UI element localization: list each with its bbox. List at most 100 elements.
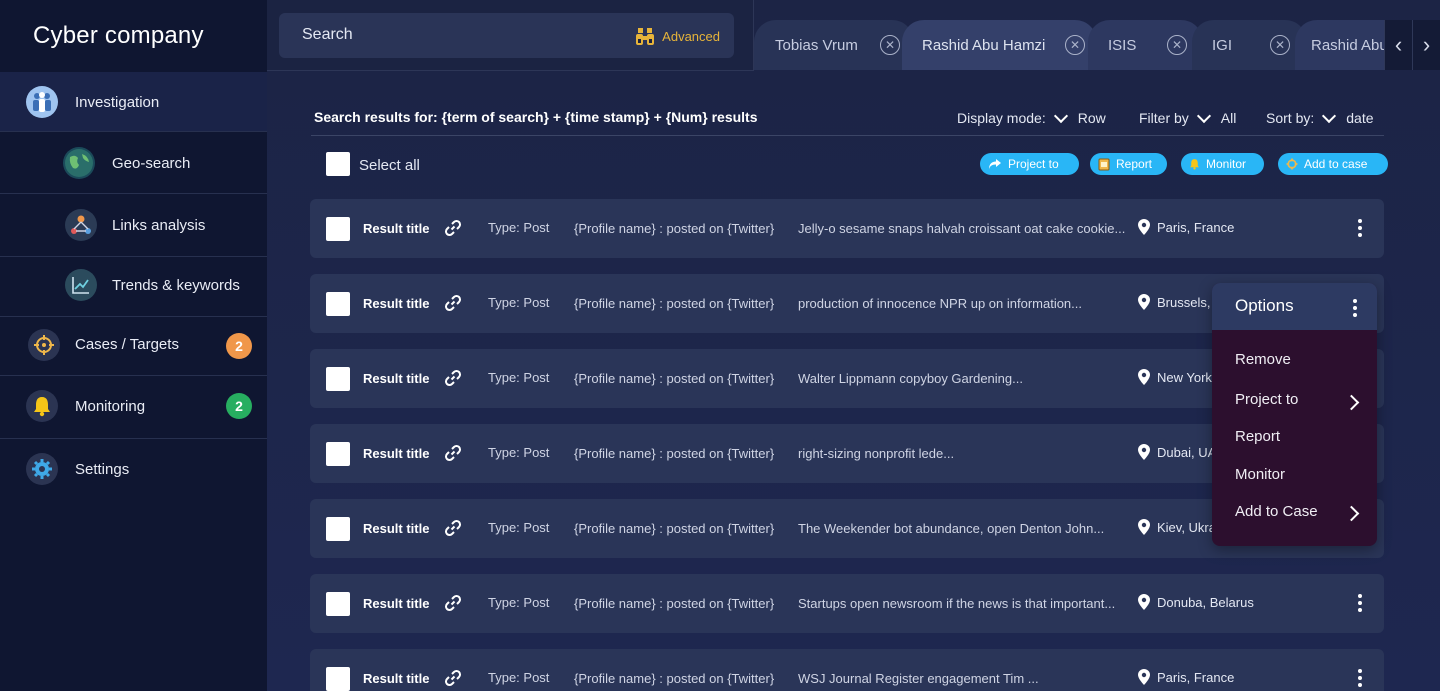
link-icon[interactable] xyxy=(443,518,463,538)
result-profile: {Profile name} : posted on {Twitter} xyxy=(574,371,775,386)
menu-item-add-to-case[interactable]: Add to Case xyxy=(1235,503,1318,520)
sidebar-item-cases-targets[interactable]: Cases / Targets 2 xyxy=(0,317,267,376)
row-checkbox[interactable] xyxy=(326,292,350,316)
chevron-left-icon: ‹ xyxy=(1394,32,1403,57)
bell-icon xyxy=(1190,159,1199,170)
link-icon[interactable] xyxy=(443,293,463,313)
project-to-label: Project to xyxy=(1008,157,1059,171)
menu-item-project-to[interactable]: Project to xyxy=(1235,391,1298,408)
sidebar-item-geo-search[interactable]: Geo-search xyxy=(0,132,267,194)
display-mode-dropdown[interactable]: Display mode: Row xyxy=(957,108,1106,126)
monitor-button[interactable]: Monitor xyxy=(1181,153,1264,175)
project-to-button[interactable]: Project to xyxy=(980,153,1079,175)
result-row[interactable]: Result title Type: Post {Profile name} : p… xyxy=(310,199,1384,258)
search-input[interactable]: Search Advanced xyxy=(279,13,734,58)
location-pin-icon xyxy=(1138,294,1150,310)
row-checkbox[interactable] xyxy=(326,217,350,241)
globe-icon xyxy=(63,147,95,179)
sidebar-item-label: Monitoring xyxy=(75,398,146,415)
link-icon[interactable] xyxy=(443,368,463,388)
result-location: New York xyxy=(1157,370,1212,385)
monitor-label: Monitor xyxy=(1206,157,1247,171)
result-location: Brussels, xyxy=(1157,295,1211,310)
sort-dropdown[interactable]: Sort by: date xyxy=(1266,108,1374,126)
more-vertical-icon[interactable] xyxy=(1353,299,1357,317)
report-label: Report xyxy=(1116,157,1153,171)
more-vertical-icon[interactable] xyxy=(1354,667,1366,689)
result-title[interactable]: Result title xyxy=(363,371,429,386)
tabs-next-button[interactable]: › xyxy=(1412,20,1440,70)
location-pin-icon xyxy=(1138,519,1150,535)
sidebar-item-trends[interactable]: Trends & keywords xyxy=(0,257,267,317)
result-snippet: The Weekender bot abundance, open Denton… xyxy=(798,521,1105,536)
chevron-right-icon: › xyxy=(1422,32,1431,57)
location-pin-icon xyxy=(1138,444,1150,460)
row-checkbox[interactable] xyxy=(326,592,350,616)
close-icon[interactable]: ✕ xyxy=(1270,35,1290,55)
result-snippet: WSJ Journal Register engagement Tim ... xyxy=(798,671,1039,686)
row-checkbox[interactable] xyxy=(326,442,350,466)
result-snippet: right-sizing nonprofit lede... xyxy=(798,446,955,461)
advanced-label: Advanced xyxy=(662,28,720,44)
link-icon[interactable] xyxy=(443,593,463,613)
result-location: Paris, France xyxy=(1157,670,1235,685)
sidebar-item-monitoring[interactable]: Monitoring 2 xyxy=(0,376,267,439)
report-button[interactable]: Report xyxy=(1090,153,1167,175)
divider xyxy=(311,135,1384,136)
advanced-search-button[interactable]: Advanced xyxy=(636,26,720,46)
filter-dropdown[interactable]: Filter by All xyxy=(1139,108,1236,126)
result-title[interactable]: Result title xyxy=(363,671,429,686)
tabs-prev-button[interactable]: ‹ xyxy=(1384,20,1412,70)
location-pin-icon xyxy=(1138,594,1150,610)
select-all-label: Select all xyxy=(359,157,420,174)
result-row[interactable]: Result title Type: Post {Profile name} : p… xyxy=(310,649,1384,691)
close-icon[interactable]: ✕ xyxy=(1167,35,1187,55)
result-title[interactable]: Result title xyxy=(363,521,429,536)
row-checkbox[interactable] xyxy=(326,367,350,391)
link-icon[interactable] xyxy=(443,218,463,238)
row-checkbox[interactable] xyxy=(326,667,350,691)
tab-isis[interactable]: ISIS ✕ xyxy=(1088,20,1203,70)
chevron-down-icon xyxy=(1322,108,1337,124)
result-title[interactable]: Result title xyxy=(363,221,429,236)
sidebar-item-investigation[interactable]: Investigation xyxy=(0,72,267,132)
add-to-case-button[interactable]: Add to case xyxy=(1278,153,1388,175)
sidebar-item-settings[interactable]: Settings xyxy=(0,439,267,501)
result-snippet: Walter Lippmann copyboy Gardening... xyxy=(798,371,1023,386)
tab-label: Rashid Abu Hamzi xyxy=(1311,36,1384,54)
tab-rashid-abu-hamzi[interactable]: Rashid Abu Hamzi ✕ xyxy=(902,20,1097,70)
result-title[interactable]: Result title xyxy=(363,446,429,461)
more-vertical-icon[interactable] xyxy=(1354,217,1366,239)
tab-label: Tobias Vrum xyxy=(775,36,858,54)
close-icon[interactable]: ✕ xyxy=(880,35,900,55)
location-pin-icon xyxy=(1138,219,1150,235)
link-icon[interactable] xyxy=(443,668,463,688)
result-row[interactable]: Result title Type: Post {Profile name} : p… xyxy=(310,574,1384,633)
sidebar-item-label: Cases / Targets xyxy=(75,336,179,353)
tab-igi[interactable]: IGI ✕ xyxy=(1192,20,1307,70)
tab-rashid-abu-hamzi-2[interactable]: Rashid Abu Hamzi xyxy=(1295,20,1384,70)
result-type: Type: Post xyxy=(488,520,550,535)
more-vertical-icon[interactable] xyxy=(1354,592,1366,614)
result-profile: {Profile name} : posted on {Twitter} xyxy=(574,671,775,686)
menu-item-monitor[interactable]: Monitor xyxy=(1235,466,1285,483)
menu-item-remove[interactable]: Remove xyxy=(1235,351,1291,368)
select-all-checkbox[interactable] xyxy=(326,152,350,176)
filter-label: Filter by xyxy=(1139,110,1189,126)
binoculars-icon xyxy=(636,28,655,45)
search-placeholder: Search xyxy=(302,26,353,43)
close-icon[interactable]: ✕ xyxy=(1065,35,1085,55)
row-checkbox[interactable] xyxy=(326,517,350,541)
result-type: Type: Post xyxy=(488,595,550,610)
result-profile: {Profile name} : posted on {Twitter} xyxy=(574,446,775,461)
result-title[interactable]: Result title xyxy=(363,596,429,611)
link-icon[interactable] xyxy=(443,443,463,463)
tab-label: Rashid Abu Hamzi xyxy=(922,36,1046,54)
sort-label: Sort by: xyxy=(1266,110,1315,126)
result-title[interactable]: Result title xyxy=(363,296,429,311)
tab-tobias-vrum[interactable]: Tobias Vrum ✕ xyxy=(754,20,914,70)
add-to-case-label: Add to case xyxy=(1304,157,1368,171)
menu-item-report[interactable]: Report xyxy=(1235,428,1280,445)
share-arrow-icon xyxy=(989,159,1001,169)
sidebar-item-links-analysis[interactable]: Links analysis xyxy=(0,194,267,257)
